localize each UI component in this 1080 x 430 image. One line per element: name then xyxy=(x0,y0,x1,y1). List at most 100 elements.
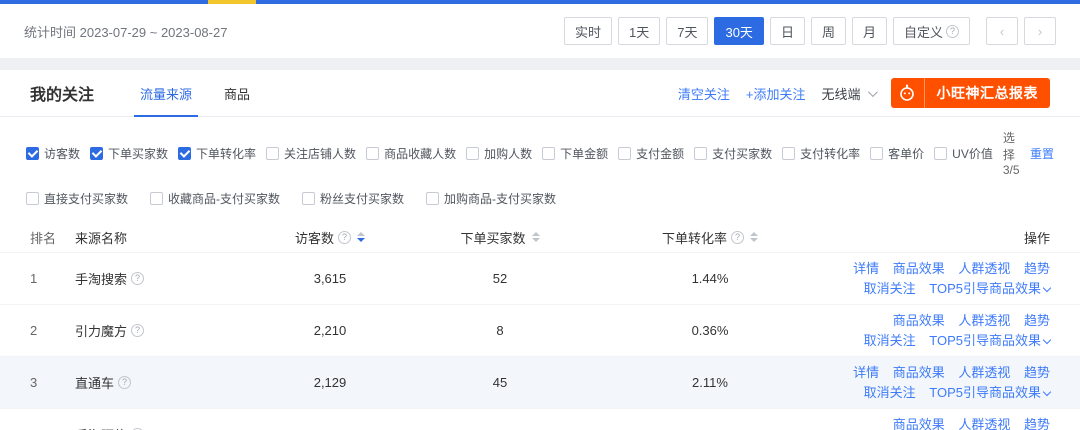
filter-fans-pay-buyers[interactable]: 粉丝支付买家数 xyxy=(302,190,404,207)
actions-cell: 商品效果 人群透视 趋势 取消关注 TOP5引导商品效果 xyxy=(840,415,1050,430)
filter-cart-adders[interactable]: 加购人数 xyxy=(466,145,532,162)
table-header-row: 排名 来源名称 访客数 下单买家数 下单转化率 xyxy=(0,222,1080,252)
help-icon[interactable] xyxy=(131,272,144,285)
product-effect-link[interactable]: 商品效果 xyxy=(893,365,945,380)
reset-link[interactable]: 重置 xyxy=(1030,145,1054,162)
filter-collect-pay-buyers[interactable]: 收藏商品-支付买家数 xyxy=(150,190,280,207)
prev-period-button[interactable]: ‹ xyxy=(986,17,1018,45)
filter-order-buyers[interactable]: 下单买家数 xyxy=(90,145,168,162)
filter-avg-order-value[interactable]: 客单价 xyxy=(870,145,924,162)
range-button-custom[interactable]: 自定义 xyxy=(893,17,970,45)
filter-shop-followers[interactable]: 关注店铺人数 xyxy=(266,145,356,162)
checkbox-icon[interactable] xyxy=(266,147,279,160)
range-button-month[interactable]: 月 xyxy=(852,17,887,45)
trend-link[interactable]: 趋势 xyxy=(1024,365,1050,380)
terminal-dropdown[interactable]: 无线端 xyxy=(821,84,874,103)
range-button-1day[interactable]: 1天 xyxy=(618,17,660,45)
help-icon[interactable] xyxy=(338,231,351,244)
top5-products-link[interactable]: TOP5引导商品效果 xyxy=(929,385,1050,400)
product-effect-link[interactable]: 商品效果 xyxy=(893,261,945,276)
trend-link[interactable]: 趋势 xyxy=(1024,261,1050,276)
filter-visitors[interactable]: 访客数 xyxy=(26,145,80,162)
top5-products-link[interactable]: TOP5引导商品效果 xyxy=(929,333,1050,348)
detail-link[interactable]: 详情 xyxy=(853,365,879,380)
checkbox-icon[interactable] xyxy=(870,147,883,160)
wangshen-report-button[interactable]: 小旺神汇总报表 xyxy=(891,78,1051,108)
clear-follows-link[interactable]: 清空关注 xyxy=(678,84,730,103)
cancel-follow-link[interactable]: 取消关注 xyxy=(864,385,916,400)
cancel-follow-link[interactable]: 取消关注 xyxy=(864,333,916,348)
trend-link[interactable]: 趋势 xyxy=(1024,313,1050,328)
help-icon[interactable] xyxy=(731,231,744,244)
audience-insight-link[interactable]: 人群透视 xyxy=(958,261,1010,276)
checkbox-icon[interactable] xyxy=(466,147,479,160)
header-order-buyers: 下单买家数 xyxy=(420,228,580,247)
filter-pay-amount[interactable]: 支付金额 xyxy=(618,145,684,162)
next-period-button[interactable]: › xyxy=(1024,17,1056,45)
trend-link[interactable]: 趋势 xyxy=(1024,417,1050,430)
rank-cell: 3 xyxy=(30,375,75,390)
range-button-realtime[interactable]: 实时 xyxy=(564,17,612,45)
source-name-cell: 引力魔方 xyxy=(75,321,240,340)
sort-control-buyers[interactable] xyxy=(532,232,540,242)
audience-insight-link[interactable]: 人群透视 xyxy=(958,417,1010,430)
top5-products-link[interactable]: TOP5引导商品效果 xyxy=(929,281,1050,296)
filter-pay-buyers[interactable]: 支付买家数 xyxy=(694,145,772,162)
panel-tabs: 流量来源 商品 xyxy=(140,70,250,116)
add-follow-link[interactable]: +添加关注 xyxy=(746,84,806,103)
selection-summary: 选择 3/5 重置 xyxy=(1003,129,1054,177)
product-effect-link[interactable]: 商品效果 xyxy=(893,313,945,328)
range-button-30day[interactable]: 30天 xyxy=(714,17,763,45)
sort-desc-icon[interactable] xyxy=(750,238,758,242)
checkbox-icon[interactable] xyxy=(90,147,103,160)
checkbox-icon[interactable] xyxy=(618,147,631,160)
tab-label: 流量来源 xyxy=(140,84,192,103)
range-button-label: 周 xyxy=(822,22,835,41)
range-button-7day[interactable]: 7天 xyxy=(666,17,708,45)
sort-desc-icon[interactable] xyxy=(532,238,540,242)
filter-cart-pay-buyers[interactable]: 加购商品-支付买家数 xyxy=(426,190,556,207)
cancel-follow-link[interactable]: 取消关注 xyxy=(864,281,916,296)
range-button-week[interactable]: 周 xyxy=(811,17,846,45)
stat-time-range: 统计时间 2023-07-29 ~ 2023-08-27 xyxy=(24,22,227,41)
filter-label: 商品收藏人数 xyxy=(384,145,456,162)
product-effect-link[interactable]: 商品效果 xyxy=(893,417,945,430)
date-toolbar: 统计时间 2023-07-29 ~ 2023-08-27 实时 1天 7天 30… xyxy=(0,4,1080,58)
sort-asc-icon[interactable] xyxy=(357,232,365,236)
checkbox-icon[interactable] xyxy=(694,147,707,160)
tab-traffic-source[interactable]: 流量来源 xyxy=(140,70,192,116)
checkbox-icon[interactable] xyxy=(150,192,163,205)
filter-order-conversion[interactable]: 下单转化率 xyxy=(178,145,256,162)
checkbox-icon[interactable] xyxy=(302,192,315,205)
filter-uv-value[interactable]: UV价值 xyxy=(934,145,993,162)
filter-order-amount[interactable]: 下单金额 xyxy=(542,145,608,162)
sort-asc-icon[interactable] xyxy=(750,232,758,236)
follow-sources-table: 排名 来源名称 访客数 下单买家数 下单转化率 xyxy=(0,222,1080,430)
header-visitors-label: 访客数 xyxy=(295,228,334,247)
audience-insight-link[interactable]: 人群透视 xyxy=(958,313,1010,328)
sort-control-conversion[interactable] xyxy=(750,232,758,242)
checkbox-icon[interactable] xyxy=(26,192,39,205)
checkbox-icon[interactable] xyxy=(934,147,947,160)
help-icon[interactable] xyxy=(118,376,131,389)
detail-link[interactable]: 详情 xyxy=(853,261,879,276)
filter-label: 支付金额 xyxy=(636,145,684,162)
sort-desc-icon[interactable] xyxy=(357,238,365,242)
checkbox-icon[interactable] xyxy=(366,147,379,160)
source-name: 手淘旺信 xyxy=(75,425,127,430)
sort-asc-icon[interactable] xyxy=(532,232,540,236)
checkbox-icon[interactable] xyxy=(782,147,795,160)
checkbox-icon[interactable] xyxy=(178,147,191,160)
sort-control-visitors[interactable] xyxy=(357,232,365,242)
checkbox-icon[interactable] xyxy=(542,147,555,160)
help-icon[interactable] xyxy=(131,324,144,337)
checkbox-icon[interactable] xyxy=(26,147,39,160)
checkbox-icon[interactable] xyxy=(426,192,439,205)
tab-products[interactable]: 商品 xyxy=(224,70,250,116)
range-button-day[interactable]: 日 xyxy=(770,17,805,45)
filter-item-collectors[interactable]: 商品收藏人数 xyxy=(366,145,456,162)
audience-insight-link[interactable]: 人群透视 xyxy=(958,365,1010,380)
filter-direct-pay-buyers[interactable]: 直接支付买家数 xyxy=(26,190,128,207)
filter-label: 访客数 xyxy=(44,145,80,162)
filter-pay-conversion[interactable]: 支付转化率 xyxy=(782,145,860,162)
